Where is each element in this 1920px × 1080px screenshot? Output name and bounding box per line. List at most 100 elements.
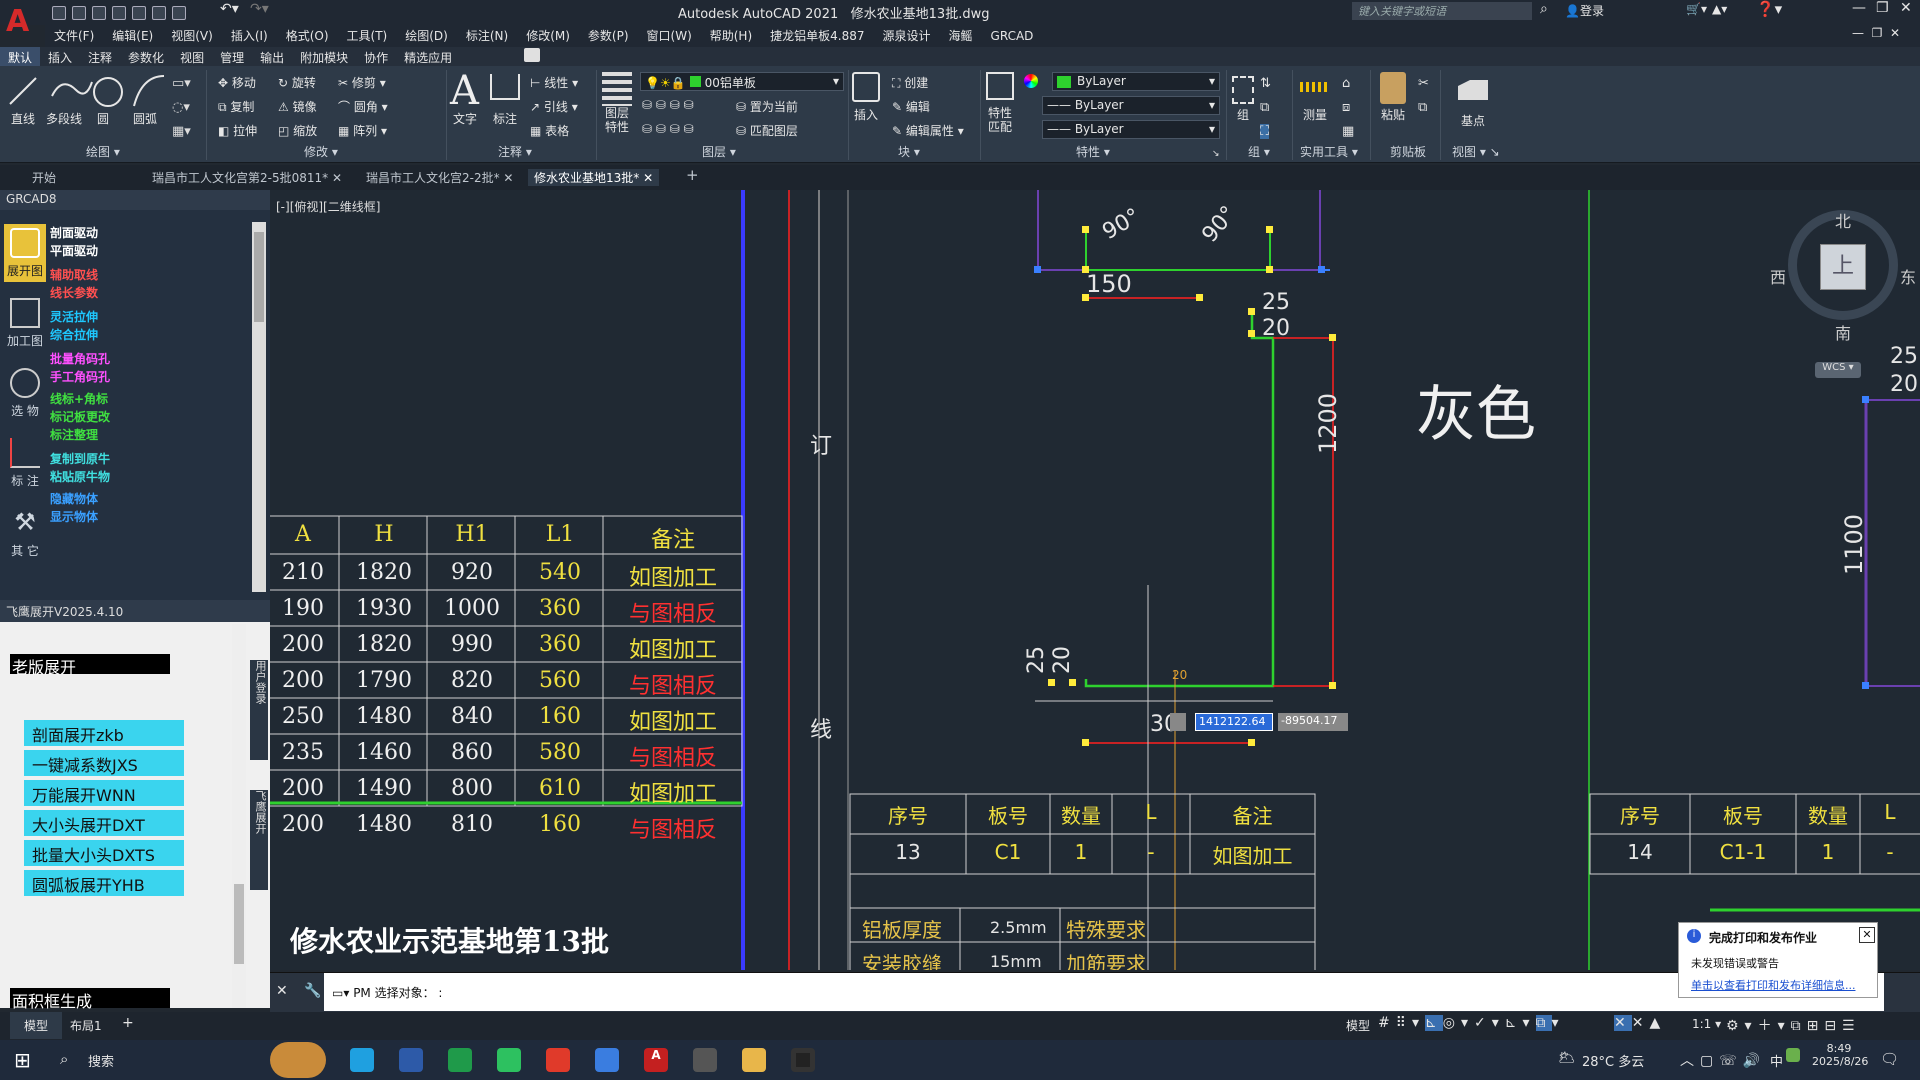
undo-icon[interactable]: ↶▾: [220, 1, 239, 17]
search-input[interactable]: 键入关键字或短语: [1352, 2, 1532, 20]
search-icon[interactable]: ⌕: [1540, 1, 1548, 17]
arc-button[interactable]: 圆弧: [128, 110, 162, 127]
model-space-button[interactable]: 模型: [1346, 1017, 1370, 1034]
a360-icon[interactable]: ▲▾: [1712, 2, 1727, 16]
table-cell[interactable]: 190: [270, 596, 338, 621]
dim-button[interactable]: 标注: [490, 110, 520, 127]
table-cell[interactable]: 与图相反: [604, 812, 742, 844]
table-cell[interactable]: 360: [516, 596, 604, 621]
command-input[interactable]: ▭▾ PM 选择对象： :: [324, 973, 1884, 1011]
menu-item[interactable]: 视图(V): [162, 25, 222, 46]
edge-icon[interactable]: [350, 1048, 374, 1072]
wechat-icon[interactable]: [497, 1048, 521, 1072]
panel-table-header[interactable]: 序号: [850, 800, 966, 829]
ribbon-tab[interactable]: 管理: [212, 47, 252, 68]
coord-y-input[interactable]: -89504.17: [1278, 713, 1348, 731]
coord-x-input[interactable]: 1412122.64: [1195, 713, 1273, 731]
explorer-icon[interactable]: [742, 1048, 766, 1072]
ime-app-icon[interactable]: [1786, 1048, 1800, 1062]
tab-doc3[interactable]: 修水农业基地13批* ✕: [528, 169, 660, 186]
insert-button[interactable]: 插入: [852, 106, 880, 123]
model-tab[interactable]: 模型: [10, 1012, 63, 1039]
base-icon[interactable]: [1458, 80, 1488, 100]
menu-item[interactable]: 参数(P): [579, 25, 638, 46]
block-panel-title[interactable]: 块 ▾: [898, 143, 920, 160]
table-cell[interactable]: 200: [270, 668, 338, 693]
menu-item[interactable]: GRCAD: [982, 27, 1043, 45]
modify-panel-title[interactable]: 修改 ▾: [304, 143, 338, 160]
table-cell[interactable]: 1790: [340, 668, 428, 693]
color-dropdown[interactable]: ByLayer ▾: [1052, 72, 1220, 91]
thickness-value[interactable]: 2.5mm: [990, 918, 1047, 937]
table-cell[interactable]: 560: [516, 668, 604, 693]
compass-north[interactable]: 北: [1835, 208, 1851, 232]
rotate-button[interactable]: ↻ 旋转: [278, 74, 316, 91]
feiying-button[interactable]: 万能展开WNN: [24, 780, 184, 806]
table-cell[interactable]: 1820: [340, 632, 428, 657]
table-cell[interactable]: 与图相反: [604, 668, 742, 700]
plot-icon[interactable]: [132, 6, 146, 20]
taskbar-search-icon[interactable]: ⌕: [60, 1050, 68, 1068]
panel-table-header[interactable]: 数量: [1796, 800, 1860, 829]
grcad-link[interactable]: 标注整理: [50, 426, 98, 443]
clock[interactable]: 8:49 2025/8/26: [1812, 1042, 1868, 1068]
table-cell[interactable]: 1820: [340, 560, 428, 585]
grcad-scrollbar[interactable]: [252, 222, 266, 592]
table-cell[interactable]: 860: [428, 740, 516, 765]
feiying-button[interactable]: 大小头展开DXT: [24, 810, 184, 836]
process-icon[interactable]: 加工图: [4, 294, 46, 352]
restore-icon[interactable]: ❐: [1876, 0, 1889, 16]
view-panel-title[interactable]: 视图 ▾ ↘: [1452, 143, 1500, 160]
ribbon-tab[interactable]: 注释: [80, 47, 120, 68]
table-cell[interactable]: 250: [270, 704, 338, 729]
select-icon[interactable]: 选 物: [4, 364, 46, 422]
table-cell[interactable]: 与图相反: [604, 596, 742, 628]
menu-item[interactable]: 海鳐: [940, 25, 982, 46]
close-icon[interactable]: ✕: [1900, 0, 1912, 16]
table-cell[interactable]: 与图相反: [604, 740, 742, 772]
menu-item[interactable]: 格式(O): [277, 25, 338, 46]
ribbon-tab[interactable]: 附加模块: [292, 47, 356, 68]
ime-indicator[interactable]: 中: [1770, 1051, 1783, 1070]
table-cell[interactable]: 210: [270, 560, 338, 585]
dim-20-a[interactable]: 20: [1262, 316, 1290, 341]
props-launcher-icon[interactable]: ↘: [1212, 149, 1220, 159]
pinwheel-icon[interactable]: [595, 1048, 619, 1072]
menu-item[interactable]: 编辑(E): [103, 25, 162, 46]
grcad-link[interactable]: 灵活拉伸: [50, 308, 98, 325]
table-cell[interactable]: 1930: [340, 596, 428, 621]
ribbon-tab[interactable]: 协作: [356, 47, 396, 68]
netease-icon[interactable]: [546, 1048, 570, 1072]
grcad-link[interactable]: 手工角码孔: [50, 368, 110, 385]
print-icon[interactable]: [152, 6, 166, 20]
match-props-button[interactable]: 特性匹配: [984, 106, 1016, 134]
panel-table-header[interactable]: 备注: [1190, 800, 1315, 829]
panel-table-header[interactable]: L: [1860, 800, 1920, 824]
grcad-link[interactable]: 平面驱动: [50, 242, 98, 259]
table-cell[interactable]: 610: [516, 776, 604, 801]
status-toggles[interactable]: #⠿▾⊾◎▾✓▾⊾▾⧉▾: [1378, 1015, 1565, 1031]
notify-link[interactable]: 单击以查看打印和发布详细信息...: [1691, 977, 1856, 993]
cmd-settings-icon[interactable]: 🔧: [304, 983, 321, 999]
panel-table-cell[interactable]: 如图加工: [1190, 840, 1315, 869]
create-block-button[interactable]: ⛶ 创建: [892, 74, 928, 91]
layer-props-icon[interactable]: [602, 72, 632, 106]
tray-icons[interactable]: ︿▢☏🔊: [1680, 1050, 1766, 1070]
tab-doc1[interactable]: 瑞昌市工人文化宫第2-5批0811* ✕: [152, 169, 342, 186]
table-header[interactable]: H: [340, 522, 428, 547]
util-panel-title[interactable]: 实用工具 ▾: [1300, 143, 1358, 160]
ribbon-tab[interactable]: 视图: [172, 47, 212, 68]
add-layout-icon[interactable]: +: [122, 1015, 134, 1031]
grcad-link[interactable]: 隐藏物体: [50, 490, 98, 507]
dim-1100[interactable]: 1100: [1840, 514, 1868, 575]
saveas-icon[interactable]: [112, 6, 126, 20]
table-cell[interactable]: 360: [516, 632, 604, 657]
props-panel-title[interactable]: 特性 ▾: [1076, 143, 1110, 160]
menu-item[interactable]: 插入(I): [222, 25, 277, 46]
table-cell[interactable]: 如图加工: [604, 560, 742, 592]
cmd-close-icon[interactable]: ✕: [276, 983, 288, 999]
match-layer-button[interactable]: ⛁ 匹配图层: [736, 122, 798, 139]
layout1-tab[interactable]: 布局1: [70, 1017, 102, 1034]
dim-1200[interactable]: 1200: [1314, 393, 1342, 454]
menu-item[interactable]: 文件(F): [45, 25, 103, 46]
